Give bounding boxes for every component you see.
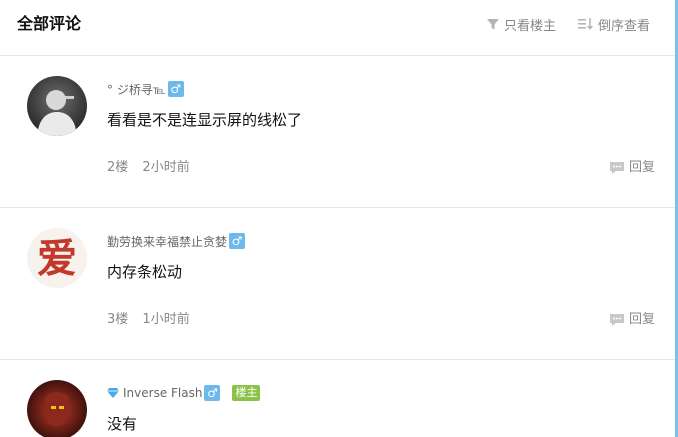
avatar-love-char: 爱 (37, 235, 77, 282)
floor-number: 2楼 (107, 160, 129, 175)
comment-item: 爱 勤劳换来幸福禁止贪婪 ♂ 内存条松动 3楼 1小时前 回复 (0, 208, 675, 360)
host-only-filter[interactable]: 只看楼主 (486, 15, 557, 34)
reply-button[interactable]: 回复 (609, 311, 655, 329)
floor-number: 3楼 (107, 312, 129, 327)
avatar[interactable] (27, 380, 87, 437)
filter-icon (487, 19, 499, 30)
male-gender-icon: ♂ (204, 385, 221, 401)
comment-text: 没有 (107, 415, 138, 433)
comment-item: Inverse Flash ♂ 楼主 没有 (0, 360, 675, 437)
comment-meta: 勤劳换来幸福禁止贪婪 ♂ (107, 232, 246, 250)
comment-item: ° ジ桥寻℡ ♂ 看看是不是连显示屏的线松了 2楼 2小时前 回复 (0, 56, 675, 208)
male-gender-icon: ♂ (167, 81, 184, 97)
reply-button[interactable]: 回复 (609, 159, 655, 177)
reply-label: 回复 (628, 160, 655, 175)
comment-text: 看看是不是连显示屏的线松了 (107, 111, 303, 129)
comment-footer: 3楼 1小时前 (107, 311, 190, 329)
comments-title: 全部评论 (17, 14, 82, 33)
reply-icon (609, 162, 624, 174)
comments-header: 全部评论 只看楼主 倒序查看 (0, 0, 675, 56)
avatar[interactable] (27, 76, 87, 136)
comment-footer: 2楼 2小时前 (107, 159, 190, 177)
comments-panel: 全部评论 只看楼主 倒序查看 ° ジ桥寻℡ ♂ 看看是不是连显示屏的线松了 2楼… (0, 0, 678, 437)
host-only-label: 只看楼主 (504, 18, 557, 34)
diamond-vip-icon (107, 388, 119, 398)
reply-label: 回复 (628, 312, 655, 327)
comment-text: 内存条松动 (107, 263, 183, 281)
host-badge: 楼主 (232, 385, 261, 401)
username[interactable]: 勤劳换来幸福禁止贪婪 (107, 233, 227, 250)
reverse-order-toggle[interactable]: 倒序查看 (578, 15, 651, 34)
reverse-order-label: 倒序查看 (598, 18, 651, 34)
sort-order-icon (578, 18, 593, 30)
comment-meta: ° ジ桥寻℡ ♂ (107, 80, 184, 98)
comment-meta: Inverse Flash ♂ 楼主 (107, 384, 261, 402)
username[interactable]: Inverse Flash (123, 386, 202, 400)
comment-time: 1小时前 (142, 312, 190, 327)
avatar[interactable]: 爱 (27, 228, 87, 288)
username[interactable]: ° ジ桥寻℡ (107, 81, 166, 98)
reply-icon (609, 314, 624, 326)
comment-time: 2小时前 (142, 160, 190, 175)
male-gender-icon: ♂ (229, 233, 246, 249)
